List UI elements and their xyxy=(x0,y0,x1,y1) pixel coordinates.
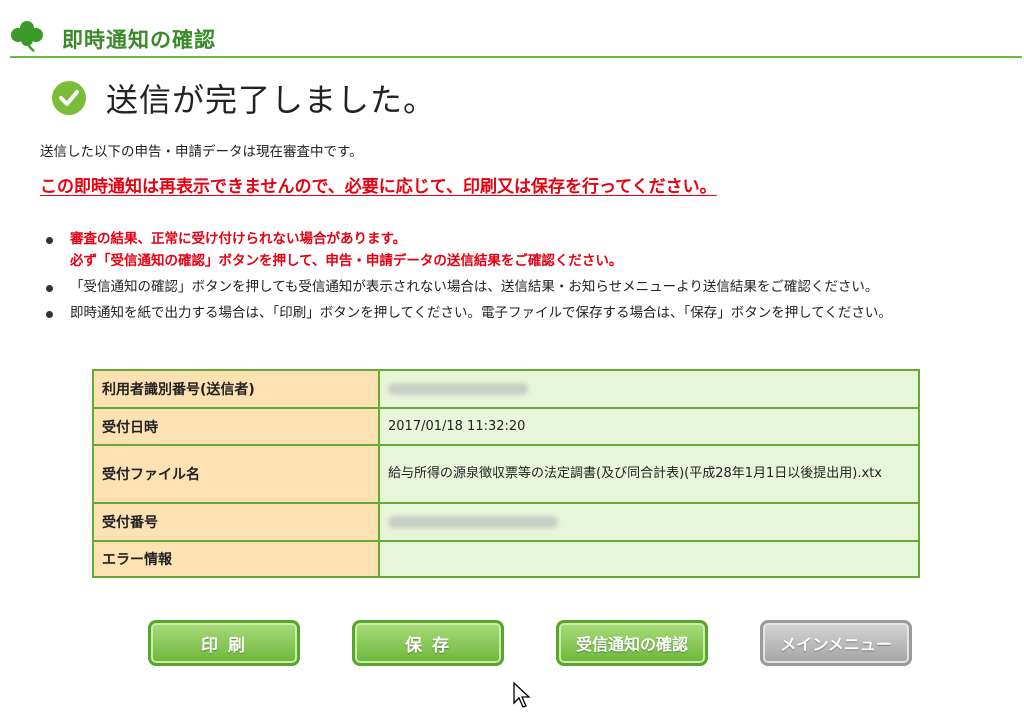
check-receipt-button[interactable]: 受信通知の確認 xyxy=(556,620,708,666)
receipt-number-value xyxy=(378,502,920,542)
print-button[interactable]: 印 刷 xyxy=(148,620,300,666)
bullet-icon xyxy=(46,311,53,318)
table-label: 受付番号 xyxy=(92,502,380,542)
received-datetime-value: 2017/01/18 11:32:20 xyxy=(378,407,920,446)
notes-list: 審査の結果、正常に受け付けられない場合があります。 必ず「受信通知の確認」ボタン… xyxy=(44,228,1014,328)
table-label: 利用者識別番号(送信者) xyxy=(92,369,380,409)
table-label: エラー情報 xyxy=(92,540,380,578)
save-button[interactable]: 保 存 xyxy=(352,620,504,666)
page-title: 即時通知の確認 xyxy=(62,28,216,52)
note-line: 即時通知を紙で出力する場合は、「印刷」ボタンを押してください。電子ファイルで保存… xyxy=(70,305,892,321)
completion-status: 送信が完了しました。 xyxy=(52,76,436,120)
note-item: 「受信通知の確認」ボタンを押しても受信通知が表示されない場合は、送信結果・お知ら… xyxy=(44,276,1014,298)
bullet-icon xyxy=(46,237,53,244)
table-row: 利用者識別番号(送信者) xyxy=(92,369,920,409)
page-header: 即時通知の確認 xyxy=(10,14,1022,58)
bullet-icon xyxy=(46,285,53,292)
note-line: 「受信通知の確認」ボタンを押しても受信通知が表示されない場合は、送信結果・お知ら… xyxy=(70,279,879,295)
redacted-value xyxy=(388,516,558,528)
check-circle-icon xyxy=(52,81,86,115)
mouse-cursor-icon xyxy=(513,682,531,708)
warning-text: この即時通知は再表示できませんので、必要に応じて、印刷又は保存を行ってください。 xyxy=(40,177,717,197)
table-row: 受付ファイル名 給与所得の源泉徴収票等の法定調書(及び同合計表)(平成28年1月… xyxy=(92,444,920,504)
completion-message: 送信が完了しました。 xyxy=(106,81,437,119)
main-menu-button[interactable]: メインメニュー xyxy=(760,620,912,666)
receipt-info-table: 利用者識別番号(送信者) 受付日時 2017/01/18 11:32:20 受付… xyxy=(92,369,920,578)
note-line: 審査の結果、正常に受け付けられない場合があります。 xyxy=(70,231,407,247)
table-row: 受付日時 2017/01/18 11:32:20 xyxy=(92,407,920,446)
table-row: 受付番号 xyxy=(92,502,920,542)
error-info-value xyxy=(378,540,920,578)
table-label: 受付ファイル名 xyxy=(92,444,380,504)
clover-logo-icon xyxy=(11,21,43,52)
note-item: 審査の結果、正常に受け付けられない場合があります。 必ず「受信通知の確認」ボタン… xyxy=(44,228,1014,272)
table-row: エラー情報 xyxy=(92,540,920,578)
intro-text: 送信した以下の申告・申請データは現在審査中です。 xyxy=(40,144,363,160)
note-item: 即時通知を紙で出力する場合は、「印刷」ボタンを押してください。電子ファイルで保存… xyxy=(44,302,1014,324)
note-line: 必ず「受信通知の確認」ボタンを押して、申告・申請データの送信結果をご確認ください… xyxy=(70,253,623,269)
received-file-name-value: 給与所得の源泉徴収票等の法定調書(及び同合計表)(平成28年1月1日以後提出用)… xyxy=(378,444,920,504)
redacted-value xyxy=(388,383,528,395)
user-id-value xyxy=(378,369,920,409)
table-label: 受付日時 xyxy=(92,407,380,446)
